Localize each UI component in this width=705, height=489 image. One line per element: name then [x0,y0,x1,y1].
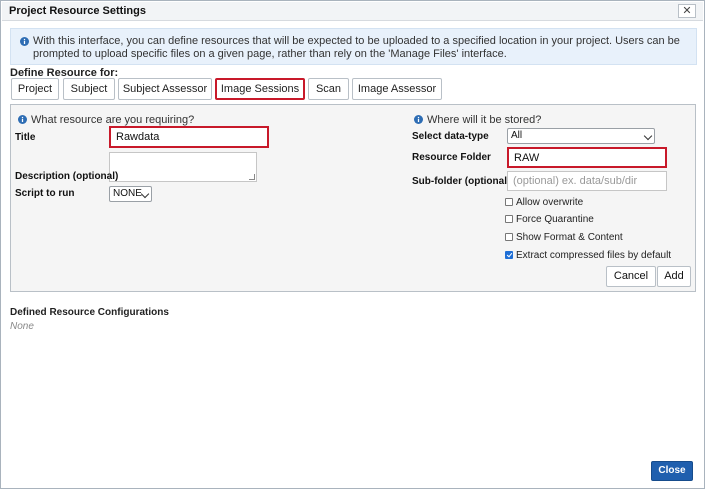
extract-compressed-checkbox[interactable] [505,251,513,259]
tab-image-assessor[interactable]: Image Assessor [352,78,442,100]
info-message: With this interface, you can define reso… [10,28,697,65]
allow-overwrite-label: Allow overwrite [516,197,584,208]
datatype-select-value: All [511,130,523,141]
title-label: Title [15,132,36,143]
show-format-content-checkbox[interactable] [505,233,513,241]
info-icon [20,37,29,46]
script-select-value: NONE [113,188,142,199]
datatype-select[interactable]: All [507,128,655,144]
allow-overwrite-checkbox[interactable] [505,198,513,206]
info-text: With this interface, you can define reso… [33,35,680,60]
tab-subject-assessor[interactable]: Subject Assessor [118,78,212,100]
datatype-label: Select data-type [412,131,489,142]
extract-compressed-label: Extract compressed files by default [516,250,672,261]
defined-resource-none-text: None [10,321,34,332]
subfolder-label: Sub-folder (optional) [412,176,511,187]
left-heading-text: What resource are you requiring? [31,114,195,126]
show-format-content-label: Show Format & Content [516,232,623,243]
cancel-button[interactable]: Cancel [606,266,656,287]
resource-folder-label: Resource Folder [412,152,491,163]
resize-grip-icon[interactable] [249,174,255,180]
description-textarea[interactable] [109,152,257,182]
dialog-titlebar: Project Resource Settings ✕ [2,2,703,21]
resource-folder-input[interactable] [507,147,667,168]
script-label: Script to run [15,188,75,199]
right-heading-text: Where will it be stored? [427,114,542,126]
chevron-down-icon [140,189,150,199]
tab-scan[interactable]: Scan [308,78,349,100]
force-quarantine-checkbox[interactable] [505,215,513,223]
add-button[interactable]: Add [657,266,691,287]
subfolder-input[interactable] [507,171,667,191]
tab-image-sessions[interactable]: Image Sessions [215,78,305,100]
tab-project[interactable]: Project [11,78,59,100]
defined-resource-configurations-label: Defined Resource Configurations [10,307,169,318]
dialog-title: Project Resource Settings [9,5,146,17]
project-resource-settings-dialog: Project Resource Settings ✕ With this in… [0,0,705,489]
description-label: Description (optional) [15,171,119,182]
chevron-down-icon [643,131,653,141]
close-button[interactable]: Close [651,461,693,481]
info-icon [414,115,423,124]
script-select[interactable]: NONE [109,186,152,202]
tab-subject[interactable]: Subject [63,78,115,100]
close-icon[interactable]: ✕ [678,4,696,18]
info-icon [18,115,27,124]
title-input[interactable] [109,126,269,148]
force-quarantine-label: Force Quarantine [516,214,594,225]
